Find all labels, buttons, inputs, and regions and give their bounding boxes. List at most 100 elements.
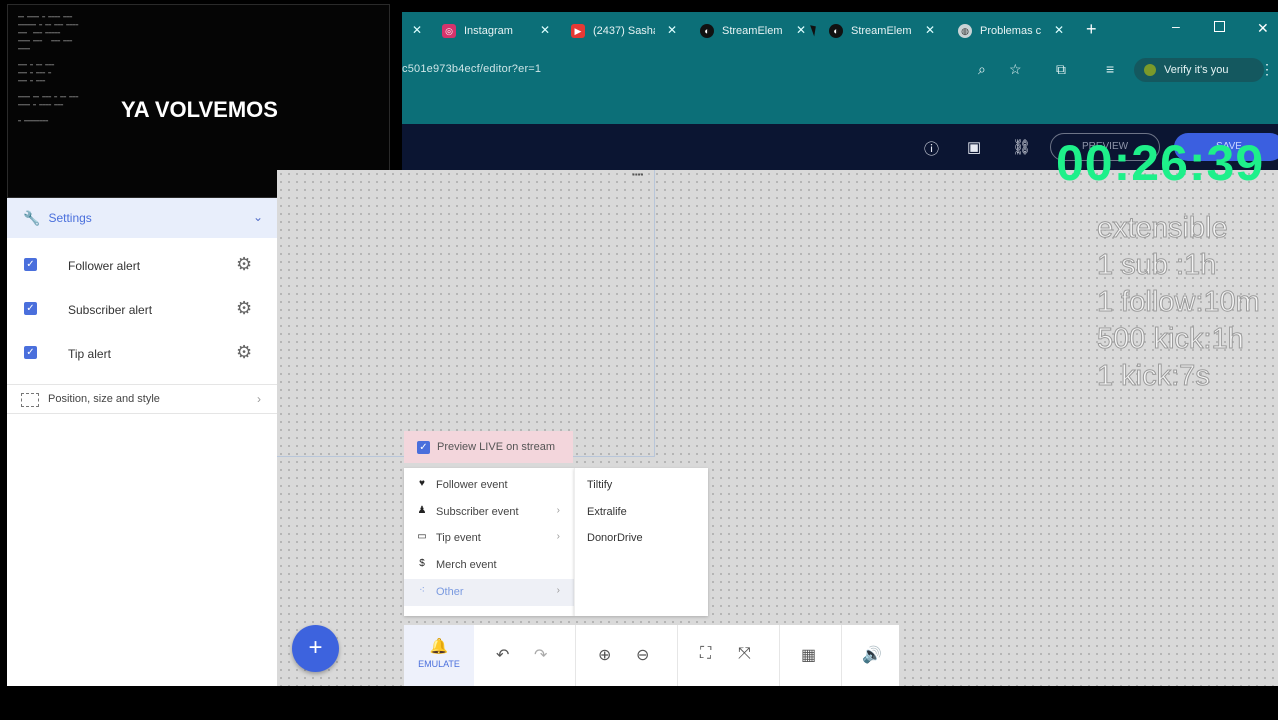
star-icon[interactable]: ☆ (1009, 61, 1022, 78)
menu-item-merch-event[interactable]: $ Merch event (404, 552, 574, 579)
restore-icon[interactable] (1214, 21, 1225, 32)
gear-icon[interactable]: ⚙ (236, 342, 252, 363)
minimize-icon[interactable]: – (1172, 18, 1180, 34)
fullscreen-icon[interactable]: ⛶ (700, 645, 711, 663)
tab-instagram[interactable]: ◎ Instagram ✕ (442, 18, 550, 44)
zoom-icon[interactable]: ⌕ (978, 61, 986, 78)
chevron-down-icon[interactable]: ⌄ (253, 210, 263, 224)
fullscreen-group: ⛶ ⤧ (678, 625, 780, 686)
page-header-band (402, 92, 1278, 124)
grid-group: ▦ (780, 625, 842, 686)
chevron-right-icon: › (556, 585, 560, 596)
subathon-rules: extensible 1 sub :1h 1 follow:10m 500 ki… (1097, 210, 1261, 395)
rule-line: 1 kick:7s (1097, 360, 1211, 393)
resize-handle[interactable]: ▪▪▪▪ (632, 170, 654, 179)
rule-line: 1 sub :1h (1097, 249, 1217, 282)
history-group: ↶ ↷ (474, 625, 576, 686)
card-icon: ▭ (417, 531, 427, 542)
countdown-timer: 00:26:39 (1056, 135, 1265, 191)
selection-icon (21, 393, 39, 407)
position-size-style-row[interactable]: Position, size and style › (7, 384, 277, 414)
bell-icon: 🔔 (429, 638, 449, 655)
instagram-icon: ◎ (442, 24, 456, 38)
link-icon[interactable]: ⛓ (1012, 138, 1031, 156)
subscriber-alert-row[interactable]: ✓ Subscriber alert ⚙ (7, 289, 277, 329)
preview-live-checkbox[interactable]: ✓ (417, 440, 430, 454)
close-icon[interactable]: ✕ (412, 23, 422, 37)
verify-chip[interactable]: Verify it's you (1134, 58, 1264, 82)
scene-preview: ▬▬ ▬▬▬▬ ▬ ▬▬▬▬ ▬▬▬ ▬▬▬▬▬▬ ▬ ▬▬ ▬▬▬ ▬▬▬▬ … (7, 4, 390, 198)
zoom-out-icon[interactable]: ⊖ (636, 645, 649, 665)
dollar-icon: $ (419, 558, 425, 569)
grid-icon[interactable]: ▦ (801, 645, 816, 665)
letterbox-bar (0, 686, 1278, 720)
monitor-icon[interactable]: ▣ (967, 138, 981, 156)
avatar (1144, 64, 1156, 76)
close-window-icon[interactable]: ✕ (1257, 20, 1269, 37)
add-widget-button[interactable]: + (292, 625, 339, 672)
new-tab-icon[interactable]: + (1086, 19, 1097, 40)
menu-dots-icon[interactable]: ⋮ (1260, 61, 1274, 78)
dots-icon: ⁖ (419, 585, 425, 596)
close-icon[interactable]: ✕ (796, 23, 806, 37)
user-plus-icon: ♟ (417, 505, 427, 516)
streamelements-icon: ◐ (700, 24, 714, 38)
emulate-menu: ♥ Follower event ♟ Subscriber event › ▭ … (404, 468, 574, 616)
tip-alert-row[interactable]: ✓ Tip alert ⚙ (7, 333, 277, 373)
zoom-group: ⊕ ⊖ (576, 625, 678, 686)
close-icon[interactable]: ✕ (667, 23, 677, 37)
menu-item-other[interactable]: ⁖ Other › (404, 579, 574, 606)
heart-icon: ♥ (419, 478, 425, 489)
rule-line: 500 kick:1h (1097, 323, 1245, 356)
tip-alert-checkbox[interactable]: ✓ (24, 346, 37, 359)
emulate-submenu: Tiltify Extralife DonorDrive (574, 468, 708, 616)
globe-icon: ◍ (958, 24, 972, 38)
rule-line: extensible (1097, 212, 1229, 245)
scene-title: YA VOLVEMOS (121, 97, 278, 122)
tab-streamelements-2[interactable]: ◐ StreamElem ✕ (829, 18, 935, 44)
volume-icon[interactable]: 🔊 (862, 645, 882, 665)
exit-fullscreen-icon[interactable]: ⤧ (738, 645, 751, 663)
chevron-right-icon: › (556, 531, 560, 542)
preview-live-toggle[interactable]: ✓ Preview LIVE on stream (404, 431, 573, 463)
mouse-cursor-icon (810, 23, 819, 37)
sound-group: 🔊 (842, 625, 899, 686)
chevron-right-icon: › (257, 392, 261, 406)
close-icon[interactable]: ✕ (925, 23, 935, 37)
menu-item-subscriber-event[interactable]: ♟ Subscriber event › (404, 499, 574, 526)
redo-icon[interactable]: ↷ (534, 645, 547, 665)
menu-item-tip-event[interactable]: ▭ Tip event › (404, 525, 574, 552)
menu-item-follower-event[interactable]: ♥ Follower event (404, 472, 574, 499)
alert-widget-bounds[interactable] (277, 170, 655, 457)
submenu-item-donordrive[interactable]: DonorDrive (587, 532, 643, 544)
wrench-icon: 🔧 (23, 209, 41, 226)
url-field[interactable]: c501e973b4ecf/editor?er=1 (402, 63, 541, 75)
undo-icon[interactable]: ↶ (496, 645, 509, 665)
close-icon[interactable]: ✕ (540, 23, 550, 37)
follower-alert-checkbox[interactable]: ✓ (24, 258, 37, 271)
address-bar: c501e973b4ecf/editor?er=1 ⌕ ☆ ⧉ ≡ Verify… (402, 48, 1278, 92)
tab-youtube[interactable]: ▶ (2437) Sasha ✕ (571, 18, 677, 44)
gear-icon[interactable]: ⚙ (236, 254, 252, 275)
chevron-right-icon: › (556, 505, 560, 516)
tab-streamelements-1[interactable]: ◐ StreamElem ✕ (700, 18, 806, 44)
follower-alert-row[interactable]: ✓ Follower alert ⚙ (7, 245, 277, 285)
settings-panel: 🔧 Settings ⌄ ✓ Follower alert ⚙ ✓ Subscr… (7, 198, 277, 686)
submenu-item-extralife[interactable]: Extralife (587, 506, 627, 518)
youtube-icon: ▶ (571, 24, 585, 38)
screen: ▬▬ ▬▬▬▬ ▬ ▬▬▬▬ ▬▬▬ ▬▬▬▬▬▬ ▬ ▬▬ ▬▬▬ ▬▬▬▬ … (0, 0, 1278, 720)
tab-problemas[interactable]: ◍ Problemas c ✕ (958, 18, 1064, 44)
streamelements-icon: ◐ (829, 24, 843, 38)
emulate-button[interactable]: 🔔 EMULATE (404, 625, 474, 686)
zoom-in-icon[interactable]: ⊕ (598, 645, 611, 665)
settings-header[interactable]: 🔧 Settings ⌄ (7, 198, 277, 238)
gear-icon[interactable]: ⚙ (236, 298, 252, 319)
extensions-icon[interactable]: ⧉ (1056, 61, 1066, 78)
browser-tab-bar: ✕ ◎ Instagram ✕ ▶ (2437) Sasha ✕ ◐ Strea… (402, 12, 1278, 48)
media-icon[interactable]: ≡ (1106, 61, 1114, 77)
submenu-item-tiltify[interactable]: Tiltify (587, 479, 612, 491)
close-icon[interactable]: ✕ (1054, 23, 1064, 37)
help-icon[interactable]: ⓘ (924, 138, 939, 159)
subscriber-alert-checkbox[interactable]: ✓ (24, 302, 37, 315)
settings-title: Settings (48, 211, 92, 225)
